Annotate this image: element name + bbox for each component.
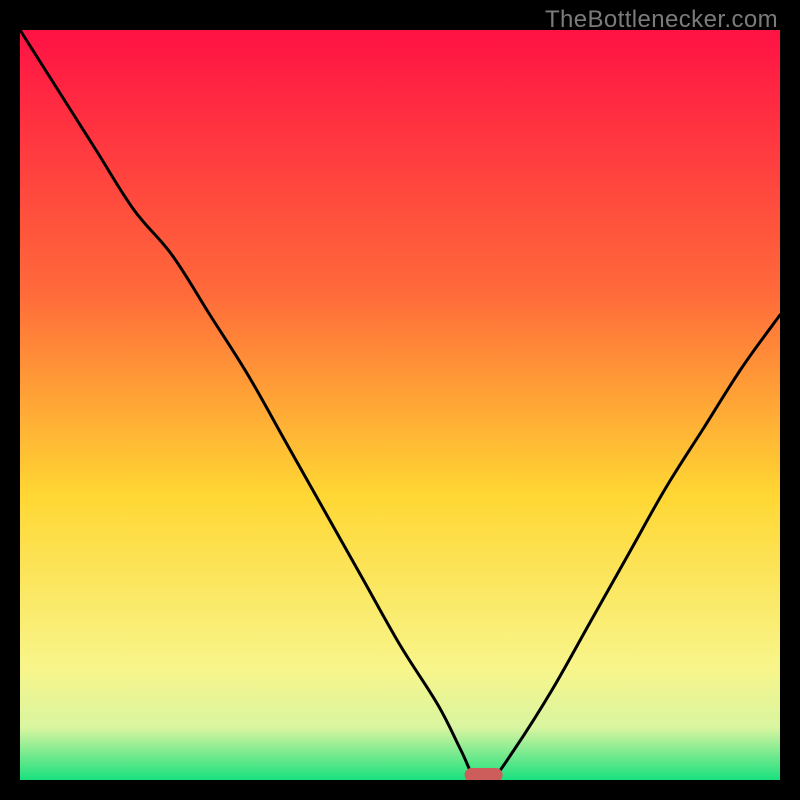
outer-frame: TheBottlenecker.com [0, 0, 800, 800]
bottleneck-chart [20, 30, 780, 780]
chart-plot-area [20, 30, 780, 780]
chart-background [20, 30, 780, 780]
optimum-marker [465, 768, 503, 780]
